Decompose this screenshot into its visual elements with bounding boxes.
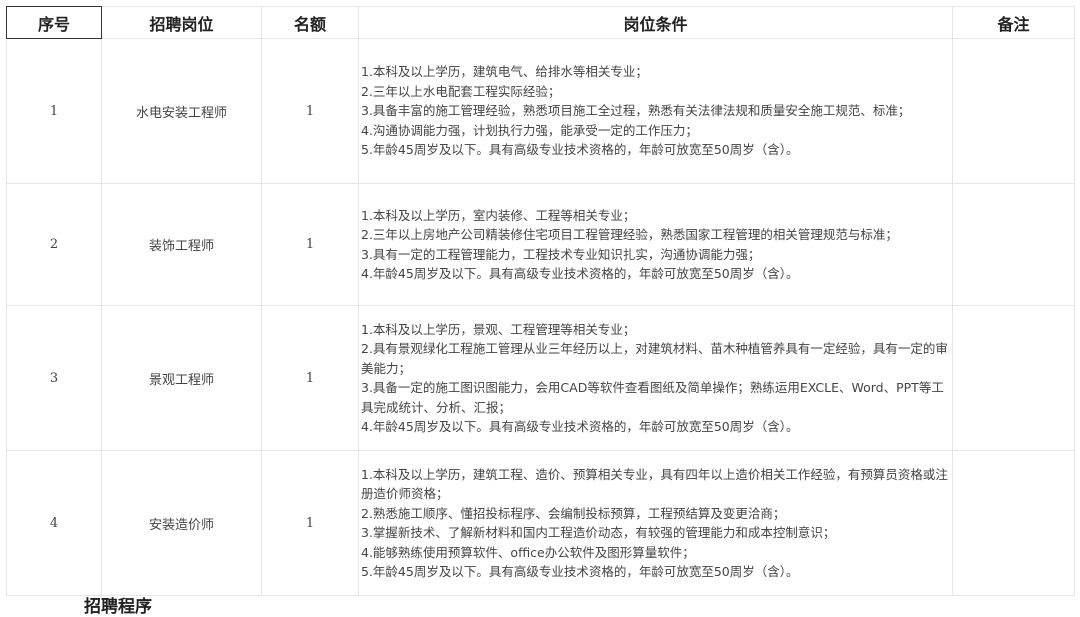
table-row: 1 水电安装工程师 1 1.本科及以上学历，建筑电气、给排水等相关专业； 2.三… xyxy=(6,38,1075,184)
condition-line: 3.掌握新技术、了解新材料和国内工程造价动态，有较强的管理能力和成本控制意识； xyxy=(361,525,836,540)
row-conditions: 1.本科及以上学历，建筑工程、造价、预算相关专业，具有四年以上造价相关工作经验，… xyxy=(358,450,953,596)
condition-line: 4.年龄45周岁及以下。具有高级专业技术资格的，年龄可放宽至50周岁（含）。 xyxy=(361,266,799,281)
table-header-row: 序号 招聘岗位 名额 岗位条件 备注 xyxy=(6,6,1075,39)
condition-line: 2.三年以上房地产公司精装修住宅项目工程管理经验，熟悉国家工程管理的相关管理规范… xyxy=(361,227,898,242)
row-conditions: 1.本科及以上学历，景观、工程管理等相关专业； 2.具有景观绿化工程施工管理从业… xyxy=(358,305,953,451)
row-remarks xyxy=(952,38,1075,184)
row-position: 安装造价师 xyxy=(101,450,262,596)
table-row: 4 安装造价师 1 1.本科及以上学历，建筑工程、造价、预算相关专业，具有四年以… xyxy=(6,450,1075,596)
condition-line: 5.年龄45周岁及以下。具有高级专业技术资格的，年龄可放宽至50周岁（含）。 xyxy=(361,564,799,579)
row-remarks xyxy=(952,450,1075,596)
condition-line: 5.年龄45周岁及以下。具有高级专业技术资格的，年龄可放宽至50周岁（含）。 xyxy=(361,142,799,158)
condition-line: 4.沟通协调能力强，计划执行力强，能承受一定的工作压力； xyxy=(361,122,698,138)
header-conditions: 岗位条件 xyxy=(358,6,953,39)
section-heading-partial: 招聘程序 xyxy=(84,597,152,617)
condition-line: 4.能够熟练使用预算软件、office办公软件及图形算量软件； xyxy=(361,544,695,560)
condition-line: 1.本科及以上学历，建筑电气、给排水等相关专业； xyxy=(361,64,648,80)
row-quota: 1 xyxy=(261,38,359,184)
row-position: 装饰工程师 xyxy=(101,183,262,306)
row-quota: 1 xyxy=(261,305,359,451)
row-position: 景观工程师 xyxy=(101,305,262,451)
condition-line: 1.本科及以上学历，室内装修、工程等相关专业； xyxy=(361,207,636,223)
table-row: 3 景观工程师 1 1.本科及以上学历，景观、工程管理等相关专业； 2.具有景观… xyxy=(6,305,1075,451)
header-position: 招聘岗位 xyxy=(101,6,262,39)
condition-line: 2.具有景观绿化工程施工管理从业三年经历以上，对建筑材料、苗木种植管养具有一定经… xyxy=(361,341,948,376)
condition-line: 1.本科及以上学历，建筑工程、造价、预算相关专业，具有四年以上造价相关工作经验，… xyxy=(361,466,948,502)
row-seq: 1 xyxy=(6,38,102,184)
condition-line: 1.本科及以上学历，景观、工程管理等相关专业； xyxy=(361,321,636,337)
row-quota: 1 xyxy=(261,183,359,306)
condition-line: 3.具备一定的施工图识图能力，会用CAD等软件查看图纸及简单操作；熟练运用EXC… xyxy=(361,380,944,415)
header-seq: 序号 xyxy=(6,6,102,39)
condition-line: 2.三年以上水电配套工程实际经验； xyxy=(361,83,561,99)
row-seq: 3 xyxy=(6,305,102,451)
row-seq: 2 xyxy=(6,183,102,306)
condition-line: 3.具有一定的工程管理能力，工程技术专业知识扎实，沟通协调能力强； xyxy=(361,246,761,262)
job-table: 序号 招聘岗位 名额 岗位条件 备注 1 水电安装工程师 1 1.本科及以上学历… xyxy=(6,6,1075,596)
row-position: 水电安装工程师 xyxy=(101,38,262,184)
table-row: 2 装饰工程师 1 1.本科及以上学历，室内装修、工程等相关专业； 2.三年以上… xyxy=(6,183,1075,306)
condition-line: 2.熟悉施工顺序、懂招投标程序、会编制投标预算，工程预结算及变更洽商； xyxy=(361,505,786,521)
condition-line: 4.年龄45周岁及以下。具有高级专业技术资格的，年龄可放宽至50周岁（含）。 xyxy=(361,419,799,434)
condition-line: 3.具备丰富的施工管理经验，熟悉项目施工全过程，熟悉有关法律法规和质量安全施工规… xyxy=(361,103,911,119)
row-quota: 1 xyxy=(261,450,359,596)
row-remarks xyxy=(952,183,1075,306)
row-remarks xyxy=(952,305,1075,451)
header-remarks: 备注 xyxy=(952,6,1075,39)
header-quota: 名额 xyxy=(261,6,359,39)
row-conditions: 1.本科及以上学历，室内装修、工程等相关专业； 2.三年以上房地产公司精装修住宅… xyxy=(358,183,953,306)
row-seq: 4 xyxy=(6,450,102,596)
row-conditions: 1.本科及以上学历，建筑电气、给排水等相关专业； 2.三年以上水电配套工程实际经… xyxy=(358,38,953,184)
